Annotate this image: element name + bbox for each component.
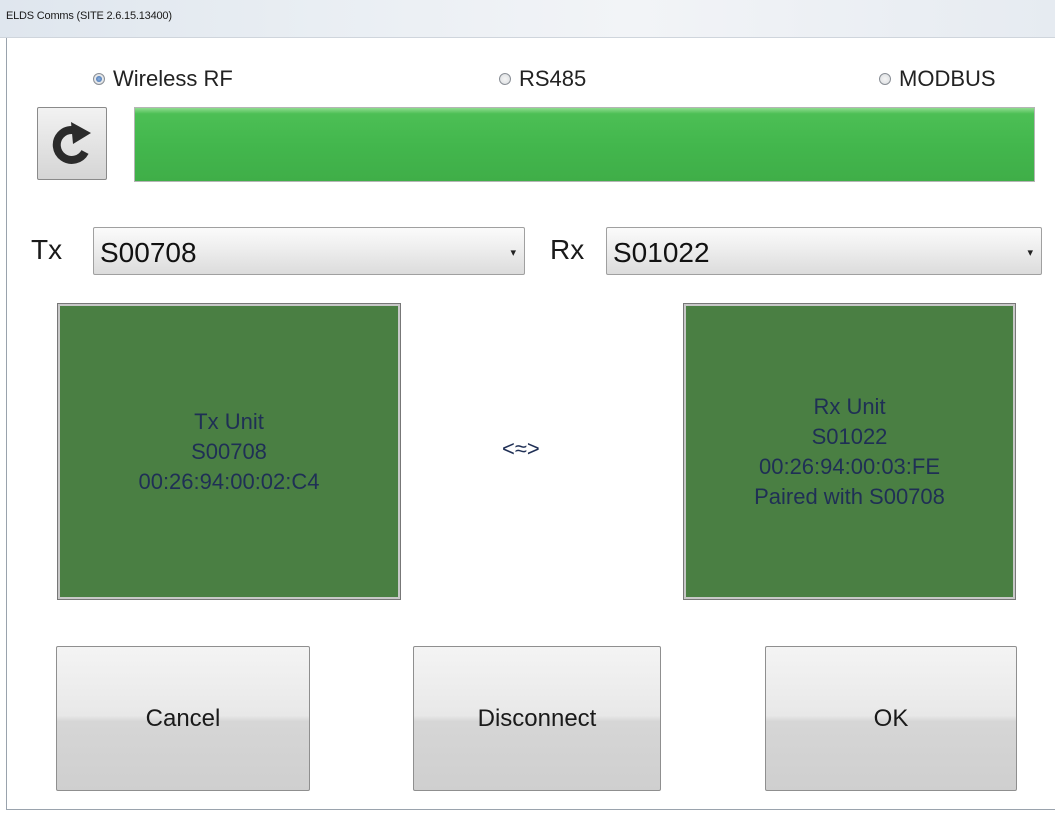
ok-button[interactable]: OK: [765, 646, 1017, 791]
connection-progress-bar: [134, 107, 1035, 182]
tx-unit-title: Tx Unit: [194, 408, 264, 434]
tx-label: Tx: [31, 234, 63, 265]
chevron-down-icon: ▾: [1027, 247, 1033, 259]
tx-selected-value: S00708: [100, 237, 197, 268]
rx-label: Rx: [550, 234, 585, 265]
radio-selected-icon: [93, 73, 105, 85]
radio-unselected-icon: [879, 73, 891, 85]
chevron-down-icon: ▾: [510, 247, 516, 259]
window-title: ELDS Comms (SITE 2.6.15.13400): [6, 10, 172, 22]
tx-dropdown[interactable]: S00708 ▾: [93, 227, 525, 275]
disconnect-button[interactable]: Disconnect: [413, 646, 661, 791]
rx-unit-serial: S01022: [811, 423, 888, 449]
title-bar: ELDS Comms (SITE 2.6.15.13400): [0, 0, 1055, 38]
rx-unit-pairing: Paired with S00708: [754, 483, 945, 509]
rx-unit-title: Rx Unit: [813, 393, 886, 419]
refresh-button[interactable]: [37, 107, 107, 180]
tx-unit-panel: Tx Unit S00708 00:26:94:00:02:C4: [57, 303, 401, 600]
refresh-icon: [52, 121, 91, 164]
dialog-body: Wireless RF RS485 MODBUS Tx S00708 ▾ Rx …: [6, 38, 1055, 810]
link-status-symbol: <≈>: [502, 436, 540, 461]
radio-modbus[interactable]: MODBUS: [879, 66, 996, 92]
tx-unit-serial: S00708: [191, 438, 267, 464]
radio-label: Wireless RF: [113, 66, 233, 91]
rx-dropdown[interactable]: S01022 ▾: [606, 227, 1042, 275]
radio-label: RS485: [519, 66, 587, 91]
rx-unit-mac: 00:26:94:00:03:FE: [758, 453, 941, 479]
radio-label: MODBUS: [899, 66, 996, 91]
rx-selected-value: S01022: [613, 237, 710, 268]
radio-unselected-icon: [499, 73, 511, 85]
radio-rs485[interactable]: RS485: [499, 66, 586, 92]
progress-fill: [135, 108, 1034, 181]
radio-wireless-rf[interactable]: Wireless RF: [93, 66, 233, 92]
tx-unit-mac: 00:26:94:00:02:C4: [138, 468, 320, 494]
app-window: ELDS Comms (SITE 2.6.15.13400) Wireless …: [0, 0, 1055, 815]
cancel-button[interactable]: Cancel: [56, 646, 310, 791]
rx-unit-panel: Rx Unit S01022 00:26:94:00:03:FE Paired …: [683, 303, 1016, 600]
